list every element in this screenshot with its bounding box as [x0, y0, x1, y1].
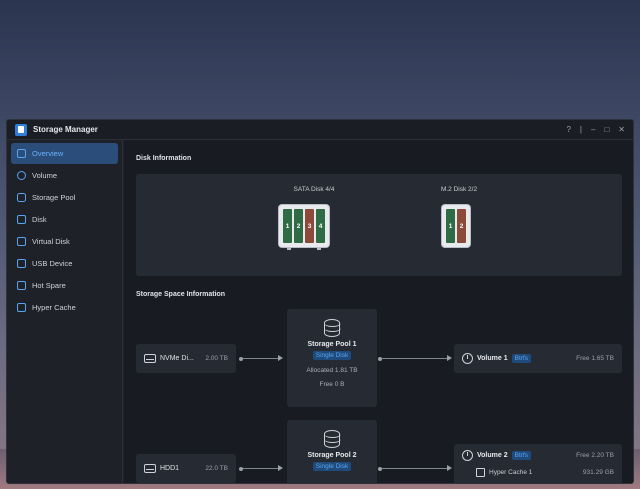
- connector-line: [243, 468, 279, 469]
- m2-bay-1[interactable]: 1: [446, 209, 455, 243]
- pool-name: Storage Pool 1: [307, 341, 357, 348]
- database-icon: [17, 193, 26, 202]
- pool-type-badge: Single Disk: [312, 462, 352, 471]
- volume-2-card[interactable]: Volume 2 Btrfs Free 2.20 TB Hyper Cache …: [454, 444, 622, 483]
- m2-bay-2[interactable]: 2: [457, 209, 466, 243]
- nas-foot: [287, 248, 291, 250]
- sidebar-item-disk[interactable]: Disk: [11, 209, 118, 230]
- virtual-disk-icon: [17, 237, 26, 246]
- m2-nas-graphic[interactable]: 1 2: [441, 204, 471, 248]
- volume-free: Free 2.20 TB: [576, 451, 614, 459]
- sidebar-item-label: Volume: [32, 171, 58, 180]
- storage-manager-app-icon: [15, 123, 27, 136]
- hdd-icon: [17, 215, 26, 224]
- sidebar-item-label: Virtual Disk: [32, 237, 70, 246]
- monitor-icon: [17, 149, 26, 158]
- connector-line: [243, 358, 279, 359]
- storage-manager-window: Storage Manager ? | – □ ✕ Overview Volum…: [6, 119, 634, 484]
- usb-icon: [17, 259, 26, 268]
- arrow-icon: [447, 465, 452, 471]
- arrow-icon: [447, 355, 452, 361]
- sata-nas-graphic[interactable]: 1 2 3 4: [278, 204, 330, 250]
- pool-name: Storage Pool 2: [307, 452, 357, 459]
- clock-icon: [462, 353, 473, 364]
- pin-icon[interactable]: |: [580, 125, 582, 134]
- arrow-icon: [278, 355, 283, 361]
- nas-foot: [317, 248, 321, 250]
- close-button[interactable]: ✕: [618, 125, 625, 134]
- database-icon: [323, 319, 341, 337]
- sidebar: Overview Volume Storage Pool Disk Virtua…: [7, 140, 123, 483]
- cache-icon: [476, 467, 485, 477]
- hdd-icon: [144, 464, 156, 473]
- storage-pool-1-card[interactable]: Storage Pool 1 Single Disk Allocated 1.8…: [287, 309, 377, 407]
- volume-1-card[interactable]: Volume 1 Btrfs Free 1.65 TB: [454, 344, 622, 373]
- window-title: Storage Manager: [33, 125, 98, 134]
- sata-disk-label: SATA Disk 4/4: [293, 186, 335, 193]
- disk-name: NVMe Di...: [160, 355, 194, 362]
- sidebar-item-label: Hot Spare: [32, 281, 66, 290]
- sidebar-item-hot-spare[interactable]: Hot Spare: [11, 275, 118, 296]
- disk-size: 22.0 TB: [205, 465, 228, 472]
- sidebar-item-volume[interactable]: Volume: [11, 165, 118, 186]
- volume-free: Free 1.65 TB: [576, 355, 614, 362]
- clock-icon: [17, 171, 26, 180]
- hyper-cache-row[interactable]: Hyper Cache 1 931.29 GB: [454, 466, 622, 478]
- database-icon: [323, 430, 341, 448]
- disk-information-title: Disk Information: [136, 155, 192, 162]
- disk-card-nvme[interactable]: NVMe Di... 2.00 TB: [136, 344, 236, 373]
- sidebar-item-label: Hyper Cache: [32, 303, 76, 312]
- help-icon[interactable]: ?: [566, 125, 570, 134]
- filesystem-badge: Btrfs: [511, 354, 531, 363]
- storage-pool-2-card[interactable]: Storage Pool 2 Single Disk: [287, 420, 377, 483]
- window-controls: ? | – □ ✕: [566, 125, 625, 134]
- sidebar-item-virtual-disk[interactable]: Virtual Disk: [11, 231, 118, 252]
- pool-type-badge: Single Disk: [312, 351, 352, 360]
- filesystem-badge: Btrfs: [511, 450, 531, 460]
- sidebar-item-overview[interactable]: Overview: [11, 143, 118, 164]
- sidebar-item-label: Storage Pool: [32, 193, 76, 202]
- m2-disk-label: M.2 Disk 2/2: [440, 186, 478, 193]
- sata-bay-3[interactable]: 3: [305, 209, 314, 243]
- disk-size: 2.00 TB: [205, 355, 228, 362]
- sidebar-item-hyper-cache[interactable]: Hyper Cache: [11, 297, 118, 318]
- sidebar-item-label: Overview: [32, 149, 64, 158]
- minimize-button[interactable]: –: [591, 125, 595, 134]
- connector-line: [382, 468, 448, 469]
- maximize-button[interactable]: □: [604, 125, 609, 134]
- clock-icon: [462, 449, 473, 461]
- volume-name: Volume 1: [477, 355, 508, 362]
- sidebar-item-label: Disk: [32, 215, 47, 224]
- connector-line: [382, 358, 448, 359]
- disk-card-hdd1[interactable]: HDD1 22.0 TB: [136, 454, 236, 483]
- hdd-icon: [144, 354, 156, 363]
- storage-space-title: Storage Space Information: [136, 291, 226, 298]
- pool-free: Free 0 B: [319, 381, 345, 388]
- pool-allocated: Allocated 1.81 TB: [306, 367, 358, 374]
- cache-icon: [17, 303, 26, 312]
- cache-name: Hyper Cache 1: [489, 468, 533, 476]
- cache-size: 931.29 GB: [582, 468, 614, 476]
- volume-name: Volume 2: [477, 451, 508, 459]
- sata-bay-1[interactable]: 1: [283, 209, 292, 243]
- sata-bay-2[interactable]: 2: [294, 209, 303, 243]
- sidebar-item-usb-device[interactable]: USB Device: [11, 253, 118, 274]
- sidebar-item-storage-pool[interactable]: Storage Pool: [11, 187, 118, 208]
- sidebar-item-label: USB Device: [32, 259, 73, 268]
- disk-information-panel: SATA Disk 4/4 1 2 3 4 M.2 Disk 2/2 1 2: [136, 174, 622, 276]
- title-bar: Storage Manager ? | – □ ✕: [7, 120, 633, 140]
- arrow-icon: [278, 465, 283, 471]
- disk-name: HDD1: [160, 465, 180, 472]
- sata-bay-4[interactable]: 4: [316, 209, 325, 243]
- main-content: Disk Information SATA Disk 4/4 1 2 3 4 M…: [124, 140, 633, 483]
- hot-spare-icon: [17, 281, 26, 290]
